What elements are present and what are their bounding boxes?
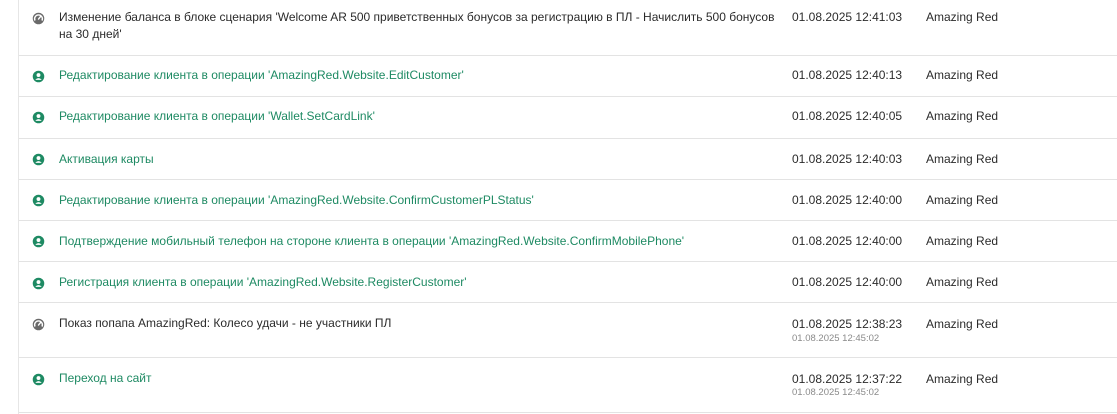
event-author: Amazing Red [926, 68, 999, 82]
event-time: 01.08.2025 12:40:05 [792, 109, 903, 123]
event-row: Активация карты 01.08.2025 12:40:03 Amaz… [19, 139, 1117, 180]
event-time: 01.08.2025 12:40:03 [792, 152, 903, 166]
event-description-link[interactable]: Редактирование клиента в операции 'Walle… [59, 108, 779, 125]
customer-icon [32, 70, 45, 83]
event-row: Переход на сайт 01.08.2025 12:37:22 01.0… [19, 358, 1117, 413]
event-time: 01.08.2025 12:40:13 [792, 68, 903, 82]
event-description-link[interactable]: Редактирование клиента в операции 'Amazi… [59, 67, 779, 84]
event-description-link[interactable]: Переход на сайт [59, 370, 779, 387]
event-history-list: Изменение баланса в блоке сценария 'Welc… [19, 0, 1117, 413]
event-row: Редактирование клиента в операции 'Amazi… [19, 56, 1117, 97]
customer-icon [32, 235, 45, 248]
event-author: Amazing Red [926, 372, 999, 386]
event-description: Изменение баланса в блоке сценария 'Welc… [59, 10, 775, 41]
event-processed-time: 01.08.2025 12:45:02 [792, 333, 880, 344]
event-row: Изменение баланса в блоке сценария 'Welc… [19, 0, 1117, 56]
event-time: 01.08.2025 12:40:00 [792, 234, 903, 248]
event-row: Регистрация клиента в операции 'AmazingR… [19, 262, 1117, 303]
event-row: Редактирование клиента в операции 'Amazi… [19, 180, 1117, 221]
event-time: 01.08.2025 12:37:22 [792, 372, 903, 386]
customer-icon [32, 194, 45, 207]
customer-icon [32, 373, 45, 386]
event-time: 01.08.2025 12:40:00 [792, 275, 903, 289]
event-description-link[interactable]: Подтверждение мобильный телефон на сторо… [59, 233, 779, 250]
event-author: Amazing Red [926, 193, 999, 207]
event-author: Amazing Red [926, 109, 999, 123]
event-row: Редактирование клиента в операции 'Walle… [19, 97, 1117, 139]
system-gauge-icon [32, 318, 45, 331]
event-description: Показ попапа AmazingRed: Колесо удачи - … [59, 316, 392, 330]
event-author: Amazing Red [926, 317, 999, 331]
event-processed-time: 01.08.2025 12:45:02 [792, 387, 880, 398]
event-author: Amazing Red [926, 152, 999, 166]
customer-icon [32, 111, 45, 124]
event-row: Показ попапа AmazingRed: Колесо удачи - … [19, 303, 1117, 358]
event-description-link[interactable]: Регистрация клиента в операции 'AmazingR… [59, 274, 779, 291]
system-gauge-icon [32, 12, 45, 25]
event-author: Amazing Red [926, 275, 999, 289]
event-description-link[interactable]: Активация карты [59, 151, 779, 168]
event-time: 01.08.2025 12:41:03 [792, 10, 903, 24]
event-time: 01.08.2025 12:40:00 [792, 193, 903, 207]
event-row: Подтверждение мобильный телефон на сторо… [19, 221, 1117, 262]
event-description-link[interactable]: Редактирование клиента в операции 'Amazi… [59, 192, 779, 209]
event-author: Amazing Red [926, 10, 999, 24]
event-author: Amazing Red [926, 234, 999, 248]
customer-icon [32, 277, 45, 290]
customer-icon [32, 153, 45, 166]
event-time: 01.08.2025 12:38:23 [792, 317, 903, 331]
